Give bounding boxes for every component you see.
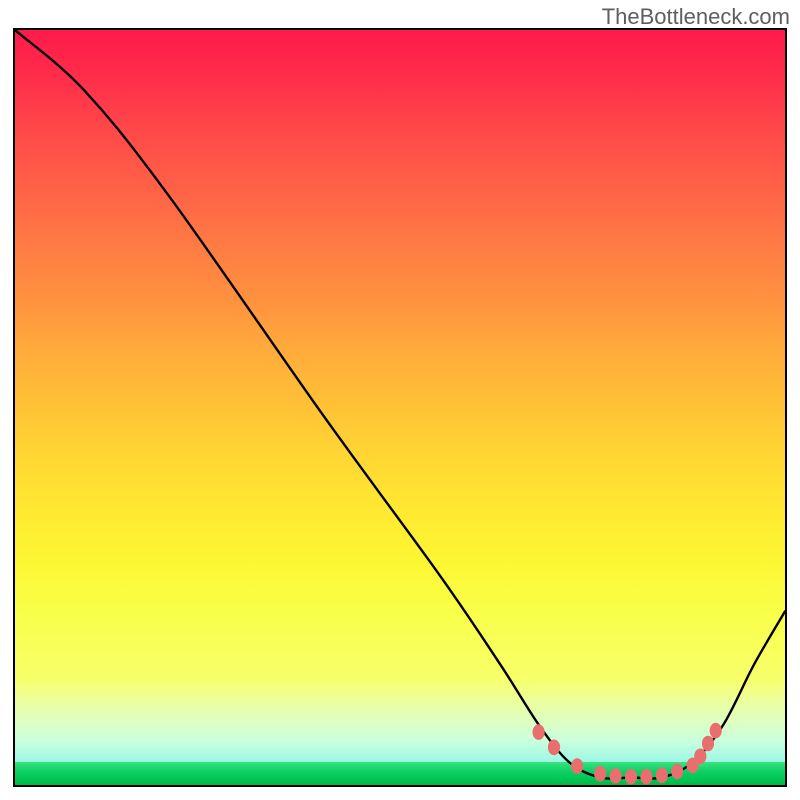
dots-layer [15, 30, 785, 785]
chart-root: TheBottleneck.com [0, 0, 800, 800]
dot-7 [656, 767, 668, 783]
dots-group [533, 723, 722, 785]
watermark-text: TheBottleneck.com [602, 4, 790, 30]
dot-3 [594, 766, 606, 782]
dot-1 [548, 740, 560, 756]
dot-6 [640, 769, 652, 785]
dot-11 [702, 736, 714, 752]
dot-5 [625, 769, 637, 785]
dot-4 [610, 768, 622, 784]
dot-0 [533, 724, 545, 740]
chart-frame [13, 28, 787, 787]
dot-8 [671, 764, 683, 780]
dot-12 [710, 723, 722, 739]
dot-10 [694, 749, 706, 765]
dot-2 [571, 758, 583, 774]
